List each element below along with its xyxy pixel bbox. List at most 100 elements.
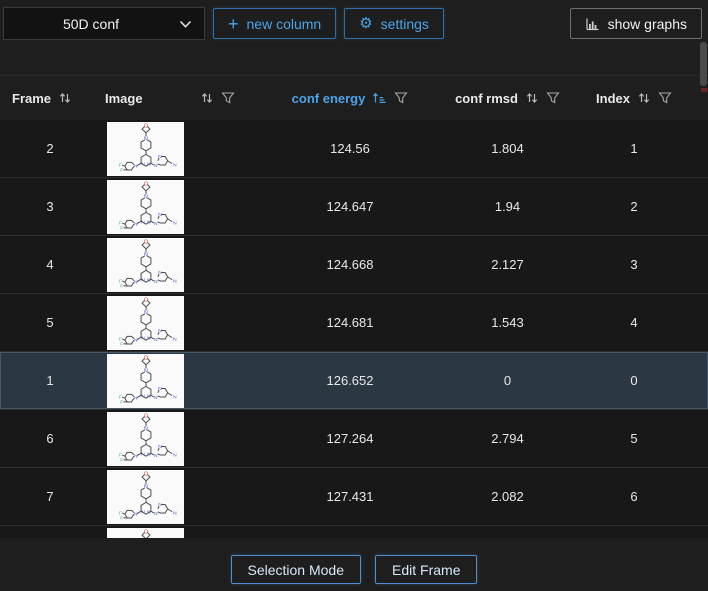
svg-text:N: N: [147, 394, 151, 400]
molecule-image: O N N N N F: [107, 179, 184, 234]
conf-energy-cell: 124.56: [330, 141, 370, 156]
conf-rmsd-cell: 1.94: [494, 199, 521, 214]
svg-text:F: F: [120, 341, 123, 347]
frame-cell: 2: [46, 141, 54, 156]
svg-text:N: N: [173, 163, 177, 169]
new-column-label: new column: [246, 15, 322, 32]
svg-text:N: N: [134, 396, 138, 402]
molecule-structure-icon: O N N N N F: [118, 413, 176, 463]
image-cell: O N N N N F: [100, 469, 245, 524]
plus-icon: +: [228, 13, 239, 34]
frame-cell: 1: [46, 373, 54, 388]
svg-text:N: N: [154, 221, 158, 227]
filter-icon[interactable]: [221, 91, 235, 105]
svg-text:N: N: [147, 162, 151, 168]
svg-text:N: N: [173, 279, 177, 285]
svg-text:N: N: [154, 395, 158, 401]
table-row[interactable]: 2 O N N N N F F N N N 124.56 1.804 1: [0, 120, 708, 178]
table-row[interactable]: 1 O N N N N F F N N N 126.652 0 0: [0, 352, 708, 410]
sort-ascending-icon[interactable]: [372, 91, 387, 105]
svg-text:N: N: [144, 137, 148, 143]
svg-text:O: O: [143, 471, 147, 477]
table-row[interactable]: 3 O N N N N F F N N N 124.647 1.94 2: [0, 178, 708, 236]
bar-chart-icon: [585, 17, 600, 31]
svg-text:N: N: [173, 395, 177, 401]
index-header-label: Index: [596, 90, 630, 106]
frame-cell: 3: [46, 199, 54, 214]
image-cell: O N N N N F: [100, 237, 245, 292]
column-header-conf-energy[interactable]: conf energy: [245, 91, 455, 106]
svg-text:N: N: [134, 280, 138, 286]
table-row[interactable]: 6 O N N N N F F N N N 127.264 2.794 5: [0, 410, 708, 468]
svg-text:F: F: [120, 283, 123, 289]
show-graphs-button[interactable]: show graphs: [569, 8, 702, 39]
selection-mode-button[interactable]: Selection Mode: [230, 555, 362, 584]
svg-text:F: F: [120, 225, 123, 231]
table-row[interactable]: 7 O N N N N F F N N N 127.431 2.082 6: [0, 468, 708, 526]
svg-text:N: N: [144, 253, 148, 259]
svg-text:F: F: [118, 162, 121, 168]
svg-text:N: N: [141, 452, 145, 458]
index-cell: 1: [630, 141, 638, 156]
toolbar-separator: [0, 44, 708, 76]
svg-text:N: N: [134, 512, 138, 518]
molecule-image: O N N N N F: [107, 469, 184, 524]
conf-rmsd-cell: 0: [503, 373, 512, 388]
dataset-select[interactable]: 50D conf: [3, 7, 205, 40]
column-header-conf-rmsd[interactable]: conf rmsd: [455, 91, 560, 106]
column-header-index[interactable]: Index: [560, 91, 708, 106]
vertical-scrollbar-thumb[interactable]: [700, 42, 707, 86]
conf-energy-header-label: conf energy: [291, 90, 366, 106]
svg-text:N: N: [147, 510, 151, 516]
svg-text:N: N: [141, 278, 145, 284]
settings-label: settings: [380, 15, 429, 32]
svg-text:N: N: [141, 220, 145, 226]
molecule-image: O N N N N F: [107, 237, 184, 292]
conf-energy-cell: 124.681: [326, 315, 374, 330]
new-column-button[interactable]: + new column: [213, 8, 337, 39]
table-row[interactable]: 5 O N N N N F F N N N 124.681 1.543 4: [0, 294, 708, 352]
molecule-image: O N N N N F: [107, 295, 184, 350]
settings-button[interactable]: ⚙ settings: [344, 8, 444, 39]
sort-icon[interactable]: [58, 91, 72, 105]
conf-rmsd-header-label: conf rmsd: [455, 90, 518, 106]
svg-text:N: N: [144, 427, 148, 433]
frame-cell: 7: [46, 489, 54, 504]
svg-text:F: F: [120, 399, 123, 405]
svg-text:N: N: [158, 386, 162, 392]
svg-text:N: N: [144, 485, 148, 491]
filter-icon[interactable]: [658, 91, 672, 105]
sort-icon[interactable]: [525, 91, 539, 105]
svg-text:F: F: [120, 457, 123, 463]
table-row[interactable]: O N N N N F: [0, 526, 708, 538]
chevron-down-icon: [179, 20, 192, 29]
image-cell: O N N N N F: [100, 411, 245, 466]
molecule-structure-icon: O N N N N F: [118, 471, 176, 521]
image-cell: O N N N N F: [100, 179, 245, 234]
svg-text:N: N: [154, 279, 158, 285]
svg-text:O: O: [143, 181, 147, 187]
table-body: 2 O N N N N F F N N N 124.56 1.804 1 3 O…: [0, 120, 708, 538]
molecule-structure-icon: O N N N N F: [118, 297, 176, 347]
edit-frame-button[interactable]: Edit Frame: [375, 555, 478, 584]
filter-icon[interactable]: [546, 91, 560, 105]
molecule-image: O N N N N F: [107, 527, 184, 538]
table-row[interactable]: 4 O N N N N F F N N N 124.668 2.127 3: [0, 236, 708, 294]
sort-icon[interactable]: [200, 91, 214, 105]
frame-header-label: Frame: [12, 90, 52, 106]
sort-icon[interactable]: [637, 91, 651, 105]
frame-cell: 6: [46, 431, 54, 446]
svg-text:N: N: [154, 337, 158, 343]
molecule-structure-icon: O N N N N F: [118, 123, 177, 173]
index-cell: 2: [630, 199, 638, 214]
svg-text:N: N: [158, 270, 162, 276]
show-graphs-label: show graphs: [607, 15, 687, 32]
filter-icon[interactable]: [394, 91, 408, 105]
column-header-frame[interactable]: Frame: [0, 91, 100, 106]
toolbar: 50D conf + new column ⚙ settings show gr…: [0, 0, 708, 44]
gear-icon: ⚙: [359, 15, 373, 32]
molecule-image: O N N N N F: [107, 121, 184, 176]
molecule-structure-icon: O N N N N F: [118, 239, 177, 289]
svg-text:N: N: [134, 222, 138, 228]
column-header-image[interactable]: Image: [100, 91, 245, 106]
